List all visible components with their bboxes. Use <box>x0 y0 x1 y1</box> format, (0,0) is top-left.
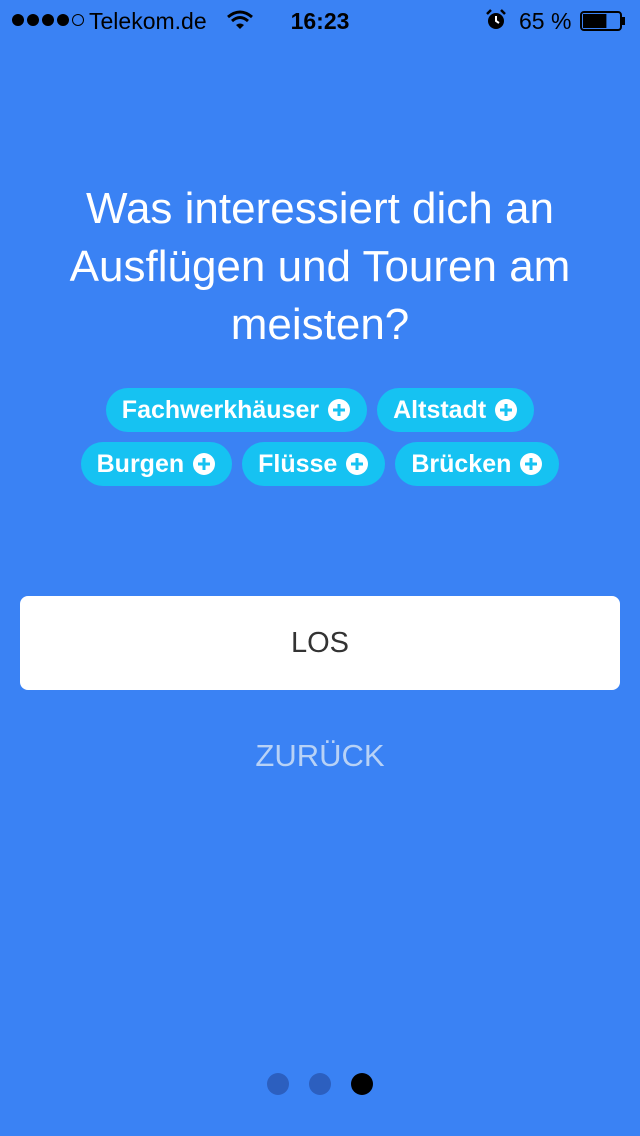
page-dot[interactable] <box>309 1073 331 1095</box>
question-title: Was interessiert dich an Ausflügen und T… <box>69 184 571 349</box>
page-dot-active[interactable] <box>351 1073 373 1095</box>
page-dot[interactable] <box>267 1073 289 1095</box>
status-bar: Telekom.de 16:23 65 % <box>0 0 640 40</box>
chip-label: Fachwerkhäuser <box>121 395 320 424</box>
chip-label: Brücken <box>411 449 512 478</box>
chip-row: Fachwerkhäuser Altstadt <box>0 388 640 432</box>
chip-label: Burgen <box>96 449 185 478</box>
battery-icon <box>580 11 625 31</box>
chip-label: Altstadt <box>393 395 487 424</box>
plus-circle-icon <box>520 453 543 475</box>
los-button[interactable]: LOS <box>20 596 620 690</box>
chip-fachwerkhaeuser[interactable]: Fachwerkhäuser <box>105 388 368 432</box>
page-indicator <box>0 1073 640 1095</box>
chip-burgen[interactable]: Burgen <box>80 442 233 486</box>
battery-percent: 65 % <box>519 8 572 34</box>
chip-fluesse[interactable]: Flüsse <box>242 442 386 486</box>
chip-bruecken[interactable]: Brücken <box>395 442 560 486</box>
chip-label: Flüsse <box>258 449 338 478</box>
plus-circle-icon <box>495 399 518 421</box>
chip-row: Burgen Flüsse Brücken <box>0 442 640 486</box>
alarm-icon <box>486 9 506 29</box>
chip-altstadt[interactable]: Altstadt <box>377 388 535 432</box>
back-button[interactable]: ZURÜCK <box>0 738 640 774</box>
plus-circle-icon <box>346 453 369 475</box>
plus-circle-icon <box>328 399 351 421</box>
plus-circle-icon <box>193 453 216 475</box>
